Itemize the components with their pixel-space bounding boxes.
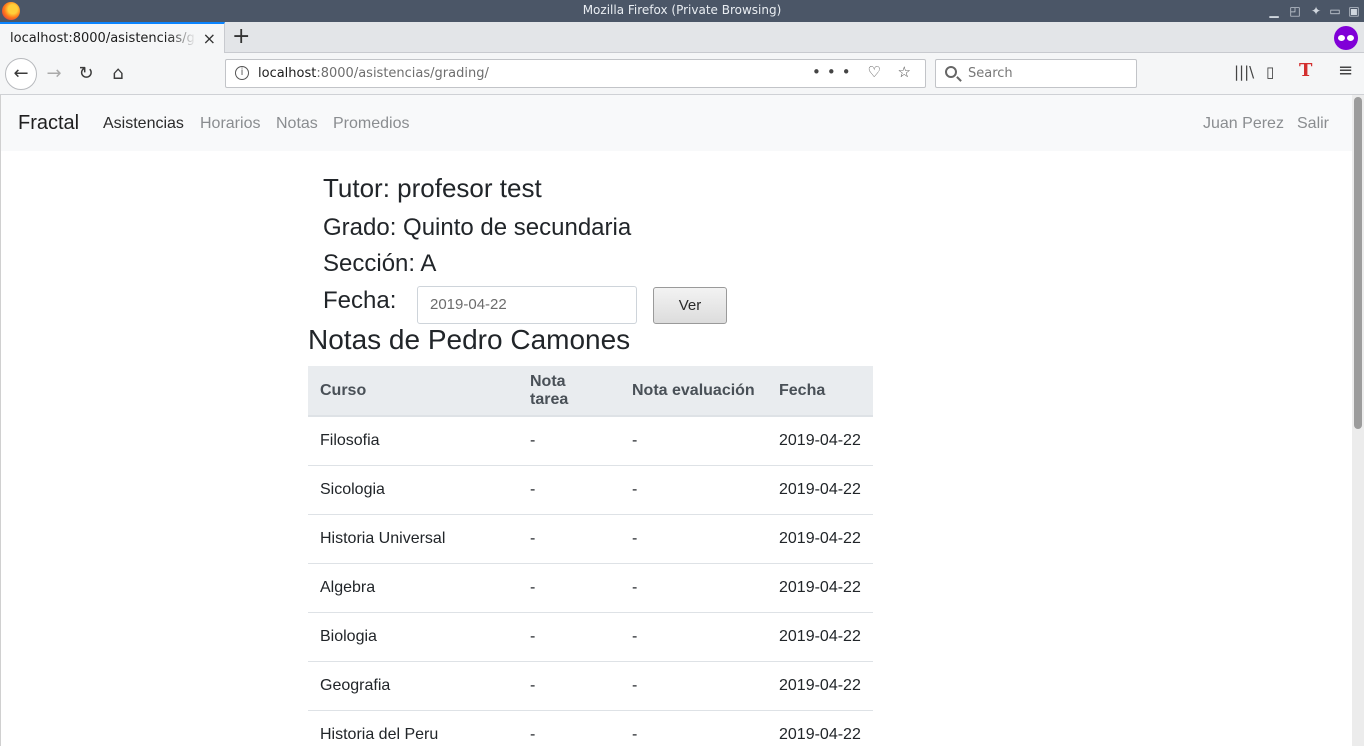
cell-fecha: 2019-04-22 — [767, 710, 873, 746]
url-host: localhost — [258, 66, 317, 81]
search-placeholder: Search — [968, 66, 1013, 81]
table-row: Filosofia - - 2019-04-22 — [308, 416, 873, 466]
library-icon[interactable]: |||\ — [1234, 63, 1254, 81]
tutor-heading: Tutor: profesor test — [323, 173, 542, 203]
home-button[interactable]: ⌂ — [104, 60, 132, 88]
search-bar[interactable]: Search — [935, 59, 1137, 88]
grades-table: Curso Nota tarea Nota evaluación Fecha F… — [308, 366, 873, 746]
table-row: Biologia - - 2019-04-22 — [308, 612, 873, 662]
cell-curso: Biologia — [308, 612, 518, 662]
cell-curso: Historia del Peru — [308, 710, 518, 746]
search-icon — [945, 66, 957, 78]
cell-fecha: 2019-04-22 — [767, 661, 873, 711]
cell-nota-tarea: - — [518, 465, 620, 515]
table-row: Geografia - - 2019-04-22 — [308, 661, 873, 711]
table-row: Historia del Peru - - 2019-04-22 — [308, 710, 873, 746]
tab-title: localhost:8000/asistencias/grading/ — [10, 31, 196, 46]
cell-fecha: 2019-04-22 — [767, 514, 873, 564]
site-navbar: Fractal Asistencias Horarios Notas Prome… — [1, 95, 1352, 151]
cell-nota-evaluacion: - — [620, 661, 767, 711]
nav-asistencias[interactable]: Asistencias — [103, 115, 184, 133]
page-scrollbar[interactable] — [1352, 95, 1364, 746]
menu-icon[interactable]: ≡ — [1338, 60, 1353, 81]
cell-nota-tarea: - — [518, 661, 620, 711]
seccion-heading: Sección: A — [323, 250, 437, 277]
url-path: :8000/asistencias/grading/ — [316, 66, 489, 81]
cell-nota-tarea: - — [518, 563, 620, 613]
t-extension-icon[interactable]: T — [1299, 60, 1312, 81]
table-row: Historia Universal - - 2019-04-22 — [308, 514, 873, 564]
site-brand[interactable]: Fractal — [18, 112, 79, 135]
page-actions-icons[interactable]: ••• ♡ ☆ — [812, 63, 917, 81]
cell-fecha: 2019-04-22 — [767, 563, 873, 613]
cell-nota-tarea: - — [518, 514, 620, 564]
column-header-nota-tarea: Nota tarea — [518, 366, 620, 417]
browser-toolbar: ← → ↻ ⌂ i localhost:8000/asistencias/gra… — [0, 53, 1364, 95]
cell-curso: Sicologia — [308, 465, 518, 515]
restore-icon[interactable]: ◰ — [1287, 3, 1303, 19]
url-bar[interactable]: i localhost:8000/asistencias/grading/ ••… — [225, 59, 926, 88]
window-titlebar: Mozilla Firefox (Private Browsing) ▁ ◰ ✦… — [0, 0, 1364, 22]
page-viewport: Fractal Asistencias Horarios Notas Prome… — [0, 95, 1352, 746]
scrollbar-thumb[interactable] — [1354, 97, 1362, 429]
cell-nota-evaluacion: - — [620, 710, 767, 746]
nav-horarios[interactable]: Horarios — [200, 115, 260, 133]
cell-nota-tarea: - — [518, 612, 620, 662]
private-browsing-icon — [1334, 26, 1358, 50]
cell-nota-evaluacion: - — [620, 612, 767, 662]
cell-nota-evaluacion: - — [620, 514, 767, 564]
tab-active[interactable]: localhost:8000/asistencias/grading/ × — [0, 22, 225, 54]
table-row: Algebra - - 2019-04-22 — [308, 563, 873, 613]
column-header-curso: Curso — [308, 366, 518, 417]
nav-notas[interactable]: Notas — [276, 115, 318, 133]
cell-nota-tarea: - — [518, 710, 620, 746]
tab-strip: localhost:8000/asistencias/grading/ × + — [0, 22, 1364, 54]
forward-button[interactable]: → — [40, 60, 68, 88]
cell-curso: Algebra — [308, 563, 518, 613]
close-window-icon[interactable]: ▣ — [1346, 3, 1362, 19]
cell-nota-tarea: - — [518, 416, 620, 466]
cell-fecha: 2019-04-22 — [767, 416, 873, 466]
table-header-row: Curso Nota tarea Nota evaluación Fecha — [308, 366, 873, 417]
nav-user[interactable]: Juan Perez — [1203, 115, 1284, 133]
fecha-label: Fecha: — [323, 287, 397, 314]
window-title: Mozilla Firefox (Private Browsing) — [582, 3, 782, 17]
pin-icon[interactable]: ✦ — [1308, 3, 1324, 19]
minimize-icon[interactable]: ▁ — [1266, 3, 1282, 19]
cell-curso: Historia Universal — [308, 514, 518, 564]
maximize-icon[interactable]: ▭ — [1327, 3, 1343, 19]
cell-nota-evaluacion: - — [620, 563, 767, 613]
grado-heading: Grado: Quinto de secundaria — [323, 214, 632, 241]
cell-nota-evaluacion: - — [620, 465, 767, 515]
reload-button[interactable]: ↻ — [72, 60, 100, 88]
site-info-icon[interactable]: i — [235, 66, 249, 80]
sidebar-icon[interactable]: ▯ — [1266, 63, 1274, 81]
url-text[interactable]: localhost:8000/asistencias/grading/ — [258, 66, 489, 81]
tab-close-icon[interactable]: × — [203, 29, 216, 48]
new-tab-button[interactable]: + — [232, 24, 250, 49]
grades-title: Notas de Pedro Camones — [308, 324, 631, 355]
ver-button[interactable]: Ver — [653, 287, 727, 324]
cell-nota-evaluacion: - — [620, 416, 767, 466]
back-button[interactable]: ← — [5, 58, 37, 90]
nav-promedios[interactable]: Promedios — [333, 115, 409, 133]
column-header-nota-evaluacion: Nota evaluación — [620, 366, 767, 417]
cell-fecha: 2019-04-22 — [767, 465, 873, 515]
cell-curso: Filosofia — [308, 416, 518, 466]
column-header-fecha: Fecha — [767, 366, 873, 417]
cell-curso: Geografia — [308, 661, 518, 711]
nav-logout[interactable]: Salir — [1297, 115, 1329, 133]
table-row: Sicologia - - 2019-04-22 — [308, 465, 873, 515]
date-input[interactable]: 2019-04-22 — [417, 286, 637, 324]
cell-fecha: 2019-04-22 — [767, 612, 873, 662]
